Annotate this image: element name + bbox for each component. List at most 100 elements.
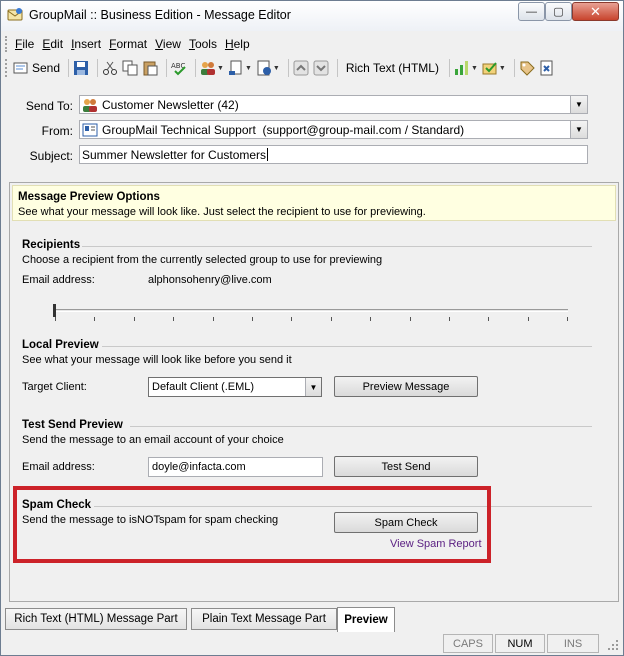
menu-format[interactable]: Format	[109, 37, 147, 51]
status-bar: CAPS NUM INS	[1, 633, 623, 655]
minimize-button[interactable]: —	[518, 2, 545, 21]
arrow-up-icon	[293, 60, 309, 76]
toolbar-grip[interactable]	[5, 59, 9, 77]
menu-view[interactable]: View	[155, 37, 181, 51]
section-divider	[102, 346, 592, 347]
insert-dropdown-button[interactable]: ▼	[256, 57, 280, 79]
test-send-email-input[interactable]: doyle@infacta.com	[148, 457, 323, 477]
subject-value: Summer Newsletter for Customers	[82, 147, 267, 162]
slider-tick	[252, 317, 253, 321]
tab-plain-text[interactable]: Plain Text Message Part	[191, 608, 337, 630]
spell-check-button[interactable]: ABC	[171, 57, 187, 79]
tag-button[interactable]	[519, 57, 535, 79]
toolbar-separator	[195, 59, 197, 77]
subject-input[interactable]: Summer Newsletter for Customers	[79, 145, 588, 164]
save-button[interactable]	[73, 57, 89, 79]
menu-file[interactable]: File	[15, 37, 34, 51]
copy-button[interactable]	[122, 57, 138, 79]
insert-field-icon	[257, 60, 271, 76]
chevron-down-icon: ▼	[217, 64, 224, 72]
banner-text: See what your message will look like. Ju…	[18, 206, 426, 218]
menubar-grip[interactable]	[5, 36, 9, 52]
menu-edit[interactable]: Edit	[42, 37, 63, 51]
subject-label: Subject:	[29, 149, 73, 163]
test-send-title: Test Send Preview	[22, 419, 123, 431]
recipients-email-value: alphonsohenry@live.com	[148, 274, 272, 286]
cut-button[interactable]	[102, 57, 118, 79]
chevron-down-icon: ▼	[244, 64, 252, 72]
toolbar-separator	[97, 59, 99, 77]
slider-tick	[133, 317, 135, 321]
people-icon	[201, 62, 216, 75]
maximize-button[interactable]: ▢	[545, 2, 572, 21]
section-divider	[82, 246, 592, 247]
slider-tick	[173, 317, 175, 321]
recipients-desc: Choose a recipient from the currently se…	[22, 254, 383, 266]
send-to-label: Send To:	[25, 99, 73, 113]
preview-message-button[interactable]: Preview Message	[334, 376, 478, 397]
document-attach-icon	[228, 60, 242, 75]
slider-tick	[291, 317, 293, 321]
tag-icon	[520, 61, 535, 76]
local-preview-desc: See what your message will look like bef…	[22, 354, 292, 366]
resize-grip-icon[interactable]	[607, 639, 619, 651]
menu-insert[interactable]: Insert	[71, 37, 101, 51]
send-button[interactable]: Send	[13, 57, 60, 79]
slider-tick	[330, 317, 332, 321]
close-editor-button[interactable]	[539, 57, 555, 79]
slider-tick	[409, 317, 411, 321]
slider-tick	[55, 317, 56, 321]
insert-mode-indicator: INS	[547, 634, 599, 653]
target-client-select[interactable]: Default Client (.EML) ▼	[148, 377, 322, 397]
receipt-dropdown-button[interactable]: ▼	[482, 57, 506, 79]
test-send-button[interactable]: Test Send	[334, 456, 478, 477]
toolbar-separator	[448, 59, 450, 77]
toolbar-separator	[336, 59, 338, 77]
caps-lock-indicator: CAPS	[443, 634, 493, 653]
slider-tick	[488, 317, 490, 321]
paste-icon	[143, 61, 158, 76]
send-to-value: Customer Newsletter (42)	[102, 97, 239, 112]
menu-bar: File Edit Insert Format View Tools Help	[5, 33, 619, 55]
toolbar: Send ABC ▼ ▼ ▼ Rich Text (HTML) ▼ ▼	[5, 55, 619, 81]
slider-tick	[567, 317, 569, 321]
slider-tick	[94, 317, 96, 321]
bar-chart-icon	[454, 61, 468, 75]
message-editor-window: GroupMail :: Business Edition - Message …	[0, 0, 624, 656]
slider-thumb[interactable]	[53, 304, 56, 317]
attach-dropdown-button[interactable]: ▼	[228, 57, 252, 79]
from-value: GroupMail Technical Support (support@gro…	[102, 122, 465, 137]
send-to-combobox[interactable]: Customer Newsletter (42) ▼	[79, 95, 588, 114]
text-cursor	[267, 148, 269, 161]
paste-button[interactable]	[142, 57, 158, 79]
close-button[interactable]: ✕	[572, 2, 619, 21]
section-divider	[130, 426, 592, 427]
toolbar-separator	[513, 59, 515, 77]
recipients-dropdown-button[interactable]: ▼	[200, 57, 224, 79]
tab-rich-text[interactable]: Rich Text (HTML) Message Part	[5, 608, 187, 630]
envelope-check-icon	[482, 62, 497, 75]
groupmail-app-icon	[7, 8, 23, 21]
chevron-down-icon[interactable]: ▼	[570, 121, 587, 138]
target-client-value: Default Client (.EML)	[152, 381, 255, 393]
recipients-title: Recipients	[22, 239, 81, 251]
priority-dropdown-button[interactable]: ▼	[454, 57, 478, 79]
move-down-button[interactable]	[313, 57, 329, 79]
menu-help[interactable]: Help	[225, 37, 250, 51]
tab-preview[interactable]: Preview	[337, 607, 395, 632]
chevron-down-icon[interactable]: ▼	[570, 96, 587, 113]
toolbar-separator	[287, 59, 289, 77]
slider-tick	[212, 317, 214, 321]
slider-tick	[449, 317, 450, 321]
test-send-desc: Send the message to an email account of …	[22, 434, 284, 446]
from-combobox[interactable]: GroupMail Technical Support (support@gro…	[79, 120, 588, 139]
slider-track[interactable]	[54, 309, 568, 312]
local-preview-title: Local Preview	[22, 339, 99, 351]
scissors-icon	[103, 61, 118, 75]
chevron-down-icon: ▼	[272, 64, 280, 72]
format-label[interactable]: Rich Text (HTML)	[346, 61, 439, 75]
menu-tools[interactable]: Tools	[189, 37, 217, 51]
move-up-button[interactable]	[293, 57, 309, 79]
chevron-down-icon[interactable]: ▼	[305, 378, 321, 396]
slider-tick	[527, 317, 529, 321]
